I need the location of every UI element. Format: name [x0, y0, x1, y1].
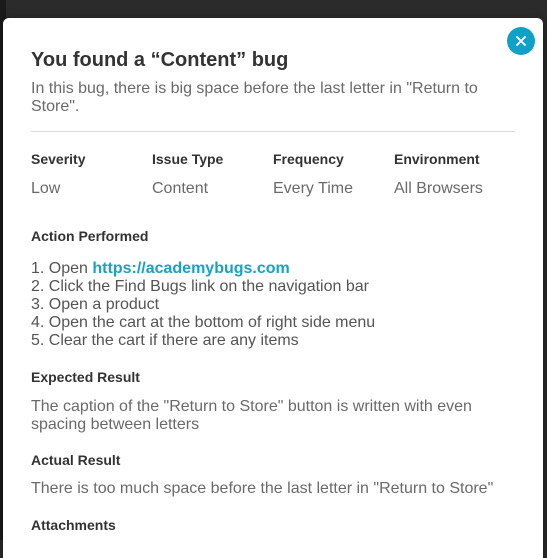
- step-text: Open a product: [48, 296, 160, 313]
- divider: [31, 131, 515, 132]
- close-button[interactable]: [507, 27, 535, 55]
- step-text: Open: [48, 260, 93, 277]
- list-item: 1. Open https://academybugs.com: [31, 260, 521, 278]
- list-item: 5. Clear the cart if there are any items: [31, 332, 521, 350]
- meta-frequency: Frequency Every Time: [273, 151, 353, 198]
- step-text: Clear the cart if there are any items: [48, 332, 299, 349]
- expected-result-heading: Expected Result: [31, 369, 140, 385]
- meta-label: Issue Type: [152, 151, 224, 167]
- meta-value: Content: [152, 180, 209, 197]
- steps-list: 1. Open https://academybugs.com 2. Click…: [31, 260, 521, 350]
- meta-label: Environment: [394, 151, 480, 167]
- step-text: Open the cart at the bottom of right sid…: [48, 314, 376, 331]
- modal-title: You found a “Content” bug: [31, 49, 289, 71]
- step-number: 2.: [31, 278, 45, 295]
- list-item: 2. Click the Find Bugs link on the navig…: [31, 278, 521, 296]
- list-item: 3. Open a product: [31, 296, 521, 314]
- step-number: 4.: [31, 314, 45, 331]
- attachments-heading: Attachments: [31, 517, 116, 533]
- meta-label: Severity: [31, 151, 86, 167]
- expected-result-text: The caption of the "Return to Store" but…: [31, 398, 472, 433]
- step-number: 5.: [31, 332, 45, 349]
- close-icon[interactable]: [516, 36, 526, 46]
- list-item: 4. Open the cart at the bottom of right …: [31, 314, 521, 332]
- actual-result-text: There is too much space before the last …: [31, 480, 494, 497]
- actual-result-heading: Actual Result: [31, 452, 121, 468]
- meta-value: Every Time: [273, 180, 354, 197]
- meta-severity: Severity Low: [31, 151, 85, 198]
- meta-value: All Browsers: [394, 180, 483, 197]
- meta-issue-type: Issue Type Content: [152, 151, 223, 198]
- step-number: 3.: [31, 296, 45, 313]
- bug-summary: In this bug, there is big space before t…: [31, 80, 478, 115]
- meta-label: Frequency: [273, 151, 344, 167]
- academybugs-link[interactable]: https://academybugs.com: [92, 260, 289, 277]
- step-number: 1.: [31, 260, 45, 277]
- step-text: Click the Find Bugs link on the navigati…: [48, 278, 369, 295]
- action-performed-heading: Action Performed: [31, 228, 149, 244]
- meta-environment: Environment All Browsers: [394, 151, 483, 198]
- bug-details-modal: You found a “Content” bug In this bug, t…: [3, 18, 543, 558]
- meta-value: Low: [31, 180, 61, 197]
